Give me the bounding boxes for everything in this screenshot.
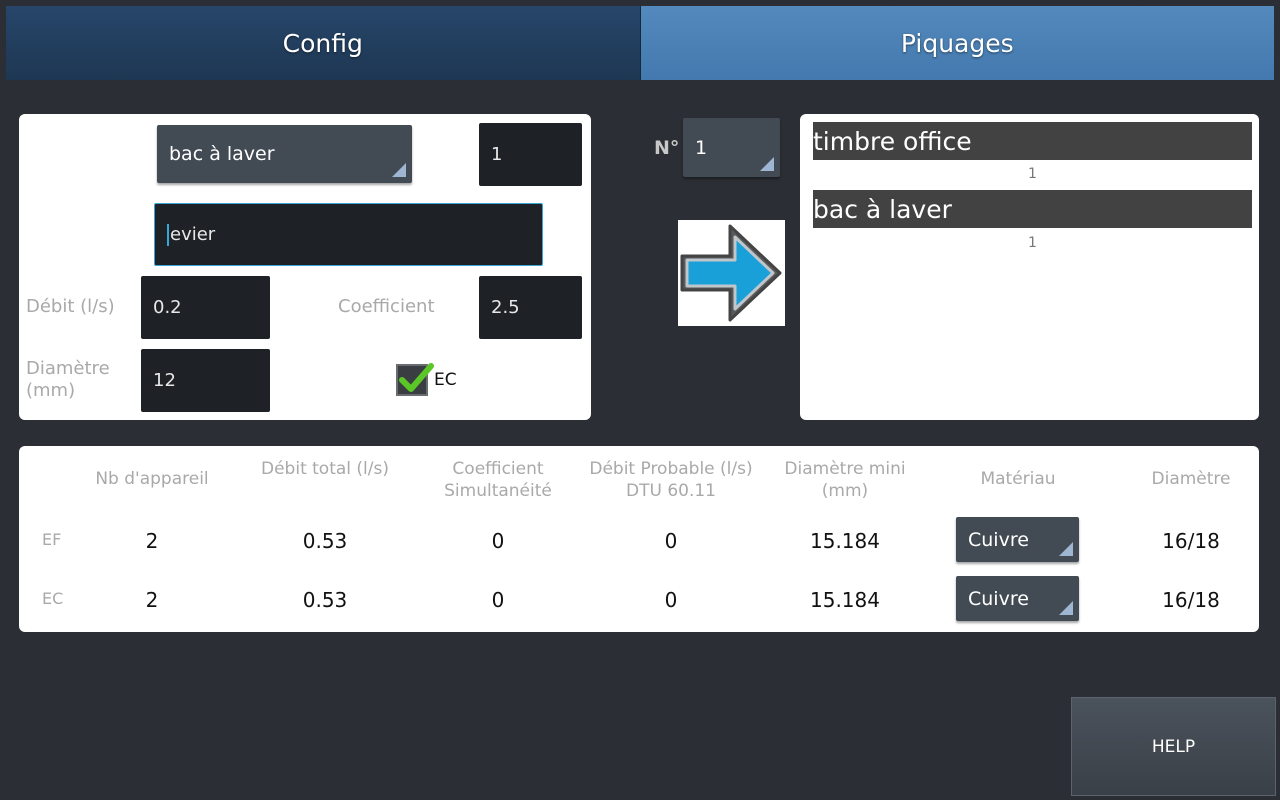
appliance-select-value: bac à laver <box>169 143 275 165</box>
text-caret <box>167 223 169 246</box>
coefficient-label: Coefficient <box>338 296 435 317</box>
materiau-select-ec[interactable]: Cuivre <box>956 576 1079 621</box>
dropdown-triangle-icon <box>392 163 406 177</box>
number-label: N° <box>654 137 680 159</box>
quantity-input[interactable]: 1 <box>479 123 582 186</box>
cell-coefficient: 0 <box>491 529 505 553</box>
row-label-ef: EF <box>42 530 62 549</box>
col-header-materiau: Matériau <box>980 469 1056 489</box>
quantity-value: 1 <box>491 144 503 165</box>
results-panel: Nb d'appareil Débit total (l/s) Coeffici… <box>19 446 1259 632</box>
dropdown-triangle-icon <box>760 157 774 171</box>
col-header-coefficient: Coefficient Simultanéité <box>444 459 552 501</box>
diametre-label: Diamètre (mm) <box>26 358 110 401</box>
materiau-value: Cuivre <box>968 528 1029 551</box>
cell-coefficient: 0 <box>491 588 505 612</box>
number-select[interactable]: 1 <box>683 118 780 177</box>
cell-diametre: 16/18 <box>1162 588 1220 612</box>
list-item-name: bac à laver <box>813 194 952 224</box>
list-item-count: 1 <box>1028 166 1037 182</box>
list-item-1[interactable]: bac à laver <box>813 190 1252 228</box>
col-header-debit-total: Débit total (l/s) <box>261 459 389 479</box>
col-header-debit-probable: Débit Probable (l/s) DTU 60.11 <box>589 459 753 501</box>
dropdown-triangle-icon <box>1059 542 1073 556</box>
dropdown-triangle-icon <box>1059 601 1073 615</box>
coefficient-value: 2.5 <box>491 297 520 318</box>
col-header-diametre-mini: Diamètre mini (mm) <box>784 459 906 501</box>
materiau-select-ef[interactable]: Cuivre <box>956 517 1079 562</box>
name-input[interactable]: evier <box>154 203 543 266</box>
help-button[interactable]: HELP <box>1071 697 1276 796</box>
debit-label: Débit (l/s) <box>26 296 115 317</box>
appliance-list-panel: timbre office 1 bac à laver 1 <box>800 114 1259 420</box>
coefficient-input[interactable]: 2.5 <box>479 276 582 339</box>
debit-input[interactable]: 0.2 <box>141 276 270 339</box>
diametre-input[interactable]: 12 <box>141 349 270 412</box>
cell-diametre-mini: 15.184 <box>810 588 880 612</box>
cell-nb: 2 <box>145 588 159 612</box>
cell-debit-probable: 0 <box>664 588 678 612</box>
list-item-count: 1 <box>1028 235 1037 251</box>
materiau-value: Cuivre <box>968 587 1029 610</box>
tab-config[interactable]: Config <box>6 6 641 80</box>
cell-debit-probable: 0 <box>664 529 678 553</box>
ec-checkbox[interactable] <box>396 363 434 396</box>
cell-diametre: 16/18 <box>1162 529 1220 553</box>
tab-piquages[interactable]: Piquages <box>640 6 1274 80</box>
debit-value: 0.2 <box>153 297 182 318</box>
number-select-value: 1 <box>695 136 708 159</box>
cell-debit-total: 0.53 <box>302 588 348 612</box>
row-label-ec: EC <box>42 589 64 608</box>
appliance-select[interactable]: bac à laver <box>157 125 412 183</box>
diametre-value: 12 <box>153 370 176 391</box>
checkmark-icon <box>399 363 434 392</box>
col-header-diametre: Diamètre <box>1151 469 1231 489</box>
add-arrow-button[interactable] <box>678 220 785 326</box>
right-arrow-icon <box>680 224 782 322</box>
col-header-nb: Nb d'appareil <box>95 469 209 489</box>
cell-diametre-mini: 15.184 <box>810 529 880 553</box>
cell-nb: 2 <box>145 529 159 553</box>
list-item-name: timbre office <box>813 126 972 156</box>
tab-bar: Config Piquages <box>6 6 1274 80</box>
name-input-value: evier <box>170 224 216 245</box>
ec-checkbox-label: EC <box>434 370 457 390</box>
list-item-0[interactable]: timbre office <box>813 122 1252 160</box>
cell-debit-total: 0.53 <box>302 529 348 553</box>
